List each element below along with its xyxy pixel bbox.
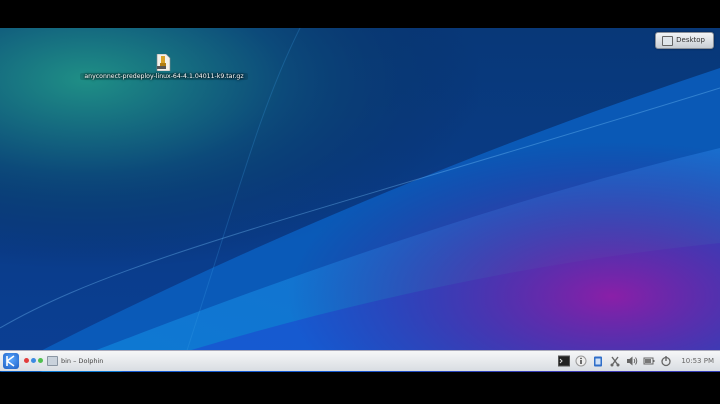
desktop-file-label[interactable]: anyconnect-predeploy-linux-64-4.1.04011-… <box>80 73 248 80</box>
desktop-icon <box>662 36 674 46</box>
battery-icon[interactable] <box>643 355 655 367</box>
taskbar-panel: bin – Dolphin 10:53 PM <box>0 350 720 371</box>
archive-icon[interactable] <box>155 54 171 71</box>
folder-icon <box>47 356 58 366</box>
panel-clock[interactable]: 10:53 PM <box>681 357 714 365</box>
letterbox-top <box>0 0 720 28</box>
desktop-toolbox-button[interactable]: Desktop <box>655 32 714 49</box>
volume-icon[interactable] <box>626 355 638 367</box>
letterbox-bottom <box>0 372 720 404</box>
pager-dot-green[interactable] <box>38 358 43 363</box>
virtual-desktop-pager[interactable] <box>24 358 43 363</box>
taskbar-item-label: bin – Dolphin <box>61 357 104 365</box>
system-tray: 10:53 PM <box>558 354 714 368</box>
desktop-toolbox-label: Desktop <box>676 36 705 44</box>
taskbar-item-dolphin[interactable]: bin – Dolphin <box>47 354 103 368</box>
desktop-screen: Desktop anyconnect-predeploy-linux-64-4.… <box>0 28 720 372</box>
network-icon[interactable] <box>609 355 621 367</box>
info-icon[interactable] <box>575 355 587 367</box>
pager-dot-blue[interactable] <box>31 358 36 363</box>
clipboard-icon[interactable] <box>592 355 604 367</box>
pager-dot-red[interactable] <box>24 358 29 363</box>
terminal-icon[interactable] <box>558 355 571 367</box>
kde-launcher-icon[interactable] <box>3 353 19 369</box>
power-icon[interactable] <box>660 355 672 367</box>
